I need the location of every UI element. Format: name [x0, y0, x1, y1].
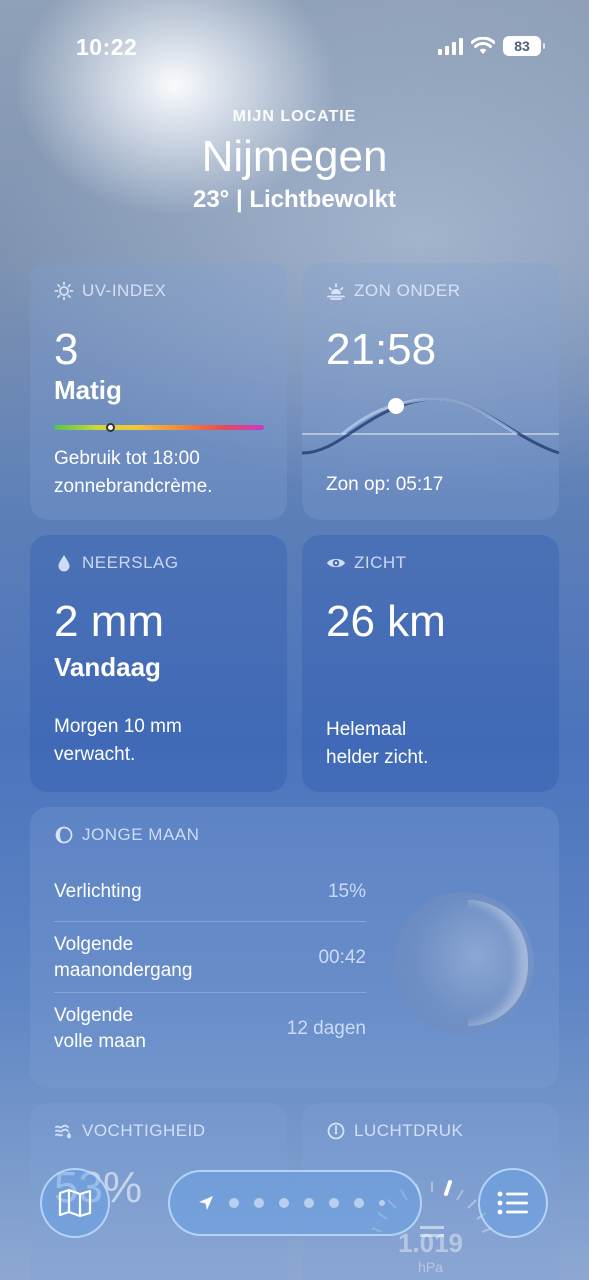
- sun-icon: [54, 281, 74, 301]
- eye-icon: [327, 558, 345, 568]
- sun-path-graph: [302, 397, 559, 455]
- moon-image: [392, 892, 534, 1034]
- visibility-description: Helemaal helder zicht.: [326, 716, 428, 772]
- gauge-icon: [327, 1122, 345, 1140]
- visibility-desc-line2: helder zicht.: [326, 747, 429, 768]
- pressure-unit: hPa: [418, 1259, 443, 1275]
- uv-index-title: UV-INDEX: [82, 281, 167, 300]
- sunset-card[interactable]: ZON ONDER 21:58 Zon op: 05:17: [302, 263, 559, 520]
- moonset-label-line1: Volgende: [54, 934, 134, 955]
- uv-index-level: Matig: [54, 375, 122, 405]
- moon-phase-card[interactable]: JONGE MAAN Verlichting 15% Volgende maan…: [30, 807, 559, 1088]
- humidity-title: VOCHTIGHEID: [82, 1121, 206, 1140]
- cellular-signal-icon: [438, 37, 463, 55]
- moon-row-full-moon: Volgende volle maan 12 dagen: [54, 1003, 366, 1055]
- raindrop-icon: [58, 555, 70, 572]
- sunrise-time: Zon op: 05:17: [326, 474, 444, 495]
- sunset-title: ZON ONDER: [354, 281, 461, 300]
- status-bar: 10:22 83: [0, 0, 589, 96]
- visibility-card[interactable]: ZICHT 26 km Helemaal helder zicht.: [302, 535, 559, 792]
- sunset-header: ZON ONDER: [326, 281, 461, 301]
- page-dot[interactable]: [254, 1198, 264, 1208]
- precipitation-value: 2 mm: [54, 597, 164, 646]
- pressure-header: LUCHTDRUK: [326, 1121, 463, 1141]
- map-icon: [58, 1188, 92, 1218]
- bottom-toolbar: [0, 1168, 589, 1248]
- moon-illumination-label: Verlichting: [54, 881, 142, 902]
- precipitation-header: NEERSLAG: [54, 553, 179, 573]
- sunset-icon: [327, 283, 345, 300]
- moon-phase-header: JONGE MAAN: [54, 825, 199, 845]
- pressure-title: LUCHTDRUK: [354, 1121, 464, 1140]
- precip-desc-line2: verwacht.: [54, 744, 136, 765]
- location-header: MIJN LOCATIE Nijmegen 23° | Lichtbewolkt: [0, 108, 589, 214]
- page-dot[interactable]: [379, 1200, 385, 1206]
- page-dot[interactable]: [304, 1198, 314, 1208]
- uv-index-header: UV-INDEX: [54, 281, 166, 301]
- sun-position-marker: [388, 398, 404, 414]
- moonset-value: 00:42: [318, 947, 366, 968]
- full-moon-label-line1: Volgende: [54, 1005, 134, 1026]
- moonset-label: Volgende maanondergang: [54, 932, 192, 984]
- location-arrow-icon: [199, 1196, 213, 1210]
- page-dot[interactable]: [279, 1198, 289, 1208]
- page-dot[interactable]: [329, 1198, 339, 1208]
- uv-index-scale: [54, 423, 264, 432]
- precipitation-title: NEERSLAG: [82, 553, 179, 572]
- humidity-icon: [55, 1124, 71, 1139]
- precip-desc-line1: Morgen 10 mm: [54, 716, 182, 737]
- moon-row-moonset: Volgende maanondergang 00:42: [54, 932, 366, 984]
- uv-index-card[interactable]: UV-INDEX 3 Matig Gebruik tot 18:00 zonne…: [30, 263, 287, 520]
- moon-illumination-value: 15%: [327, 881, 366, 902]
- divider: [54, 921, 366, 922]
- moonset-label-line2: maanondergang: [54, 960, 193, 981]
- battery-indicator: 83: [503, 36, 545, 56]
- list-icon: [497, 1191, 528, 1215]
- visibility-title: ZICHT: [354, 553, 407, 572]
- full-moon-label: Volgende volle maan: [54, 1003, 146, 1055]
- uv-index-marker: [106, 423, 116, 432]
- precipitation-description: Morgen 10 mm verwacht.: [54, 713, 182, 769]
- divider: [54, 992, 366, 993]
- moon-phase-title: JONGE MAAN: [82, 825, 200, 844]
- city-name: Nijmegen: [201, 132, 388, 181]
- precipitation-card[interactable]: NEERSLAG 2 mm Vandaag Morgen 10 mm verwa…: [30, 535, 287, 792]
- uv-index-description: Gebruik tot 18:00 zonnebrandcrème.: [54, 445, 212, 501]
- status-icons: 83: [438, 36, 545, 56]
- wifi-icon: [471, 37, 495, 54]
- visibility-desc-line1: Helemaal: [326, 719, 407, 740]
- weather-summary: 23° | Lichtbewolkt: [192, 186, 396, 213]
- uv-desc-line1: Gebruik tot 18:00: [54, 448, 200, 469]
- location-pager[interactable]: [168, 1170, 422, 1236]
- moon-row-illumination: Verlichting 15%: [54, 881, 366, 903]
- map-button[interactable]: [40, 1168, 110, 1238]
- uv-desc-line2: zonnebrandcrème.: [54, 476, 213, 497]
- visibility-value: 26 km: [326, 597, 446, 646]
- full-moon-label-line2: volle maan: [54, 1031, 146, 1052]
- page-dot[interactable]: [354, 1198, 364, 1208]
- precipitation-period: Vandaag: [54, 652, 161, 682]
- visibility-header: ZICHT: [326, 553, 407, 573]
- sunset-time: 21:58: [326, 325, 437, 374]
- status-time: 10:22: [76, 34, 138, 60]
- location-label: MIJN LOCATIE: [232, 108, 357, 125]
- humidity-header: VOCHTIGHEID: [54, 1121, 206, 1141]
- full-moon-value: 12 dagen: [286, 1018, 366, 1039]
- page-dot[interactable]: [229, 1198, 239, 1208]
- moon-phase-icon: [55, 826, 73, 844]
- city-list-button[interactable]: [478, 1168, 548, 1238]
- uv-index-value: 3: [54, 325, 79, 374]
